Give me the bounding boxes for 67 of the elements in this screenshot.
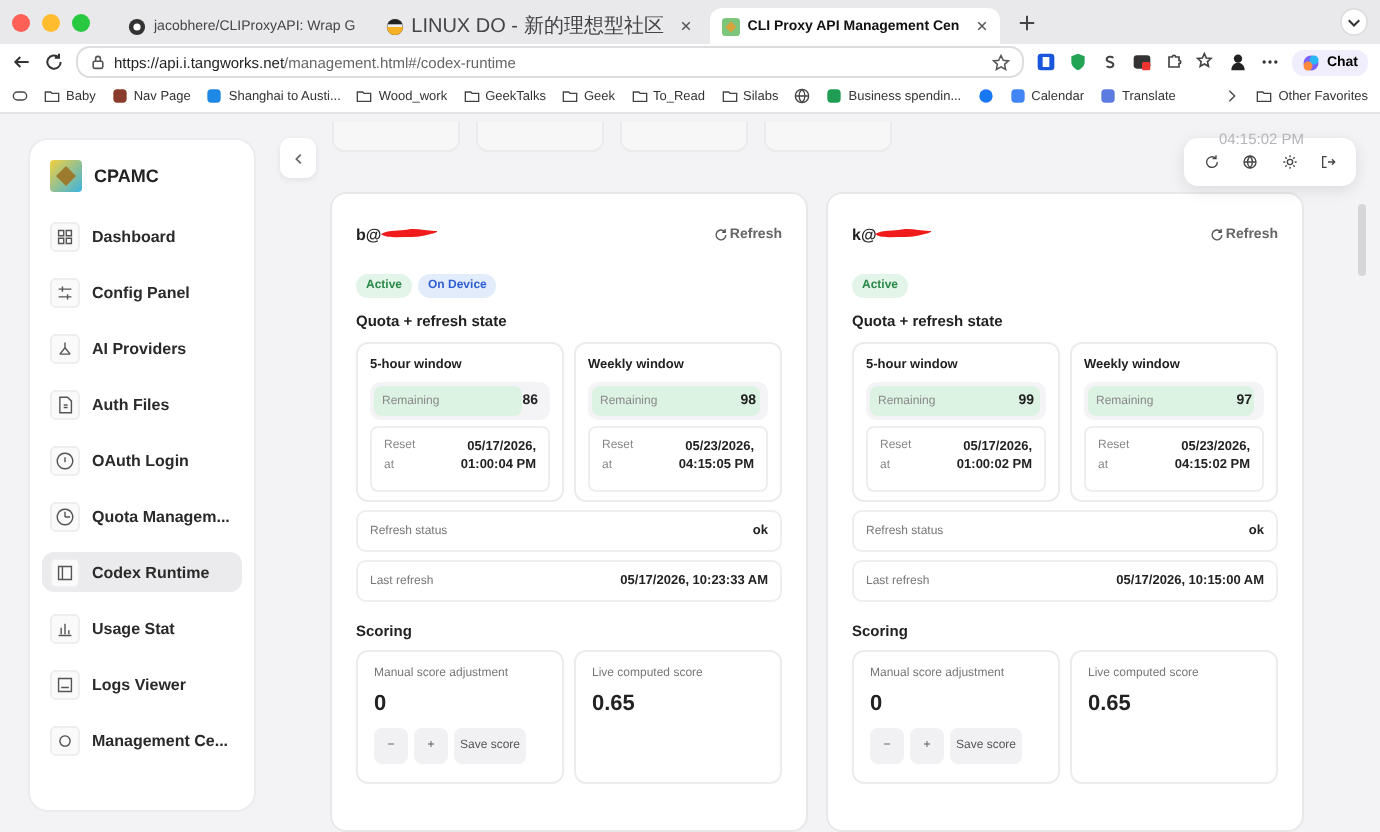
nav-icon: [50, 613, 80, 643]
folder-icon: [44, 88, 60, 104]
reload-icon[interactable]: [44, 52, 64, 72]
forum-icon: [385, 17, 404, 35]
redaction-mark: [872, 226, 933, 242]
extension-icon[interactable]: [1132, 52, 1153, 72]
tab-list-icon[interactable]: [1340, 8, 1368, 36]
score-value: 0.65: [592, 692, 637, 716]
nav-icon: [50, 557, 80, 587]
nav-item[interactable]: Codex Runtime: [42, 552, 242, 592]
folder-icon: [561, 88, 578, 104]
folder-icon: [463, 88, 480, 104]
folder-icon: [721, 88, 738, 104]
refresh-icon: [1209, 227, 1224, 241]
account-email: b@: [356, 225, 382, 243]
close-tab-icon[interactable]: [679, 20, 692, 32]
puzzle-icon[interactable]: [1164, 52, 1185, 72]
nav-item[interactable]: Management Ce...: [42, 720, 242, 760]
folder-icon: [356, 88, 373, 104]
reading-icon[interactable]: [12, 88, 28, 104]
nav-item[interactable]: AI Providers: [42, 328, 242, 368]
redaction-mark: [377, 226, 438, 242]
app-name: CPAMC: [94, 166, 159, 186]
favorite-star-icon[interactable]: [992, 53, 1011, 71]
folder-icon: [631, 88, 647, 104]
close-tab-icon[interactable]: [975, 20, 988, 32]
nav-item[interactable]: OAuth Login: [42, 440, 242, 480]
score-value: 0.65: [1088, 692, 1133, 716]
score-value: 0: [870, 692, 885, 716]
favorites-icon[interactable]: [1196, 52, 1217, 72]
sun-icon[interactable]: [1281, 154, 1298, 170]
nav-item[interactable]: Usage Stat: [42, 608, 242, 648]
nav-item[interactable]: Config Panel: [42, 272, 242, 312]
nav-item[interactable]: Logs Viewer: [42, 664, 242, 704]
logout-icon[interactable]: [1320, 154, 1337, 170]
nav-item[interactable]: Dashboard: [42, 216, 242, 256]
nav-item[interactable]: Quota Managem...: [42, 496, 242, 536]
nav-icon: [50, 501, 80, 531]
github-icon: [128, 17, 146, 35]
folder-icon: [1256, 88, 1273, 104]
chevron-right-icon[interactable]: [1224, 88, 1241, 104]
nav-icon: [50, 445, 80, 475]
nav-icon: [50, 277, 80, 307]
profile-icon[interactable]: [1228, 52, 1249, 72]
chevron-left-icon: [291, 151, 305, 165]
globe-icon[interactable]: [794, 88, 811, 104]
nav-icon: [50, 669, 80, 699]
nav-icon: [50, 725, 80, 755]
browser-tab[interactable]: LINUX DO - 新的理想型社区: [373, 8, 704, 44]
app-logo-icon: [721, 17, 740, 35]
nav-item[interactable]: Auth Files: [42, 384, 242, 424]
refresh-icon: [713, 227, 728, 241]
app-logo-icon: [50, 160, 82, 192]
new-tab-icon[interactable]: [1017, 13, 1036, 31]
site-icon[interactable]: [977, 88, 994, 104]
account-email: k@: [852, 225, 877, 243]
nav-icon: [50, 221, 80, 251]
back-icon[interactable]: [12, 52, 32, 72]
nav-icon: [50, 389, 80, 419]
copilot-icon: [1302, 53, 1321, 71]
globe-icon[interactable]: [1242, 154, 1259, 170]
extension-icon[interactable]: [1036, 52, 1057, 72]
score-value: 0: [374, 692, 389, 716]
nav-icon: [50, 333, 80, 363]
shield-icon[interactable]: [1068, 52, 1089, 72]
refresh-icon[interactable]: [1203, 154, 1220, 170]
lock-icon: [90, 54, 106, 70]
